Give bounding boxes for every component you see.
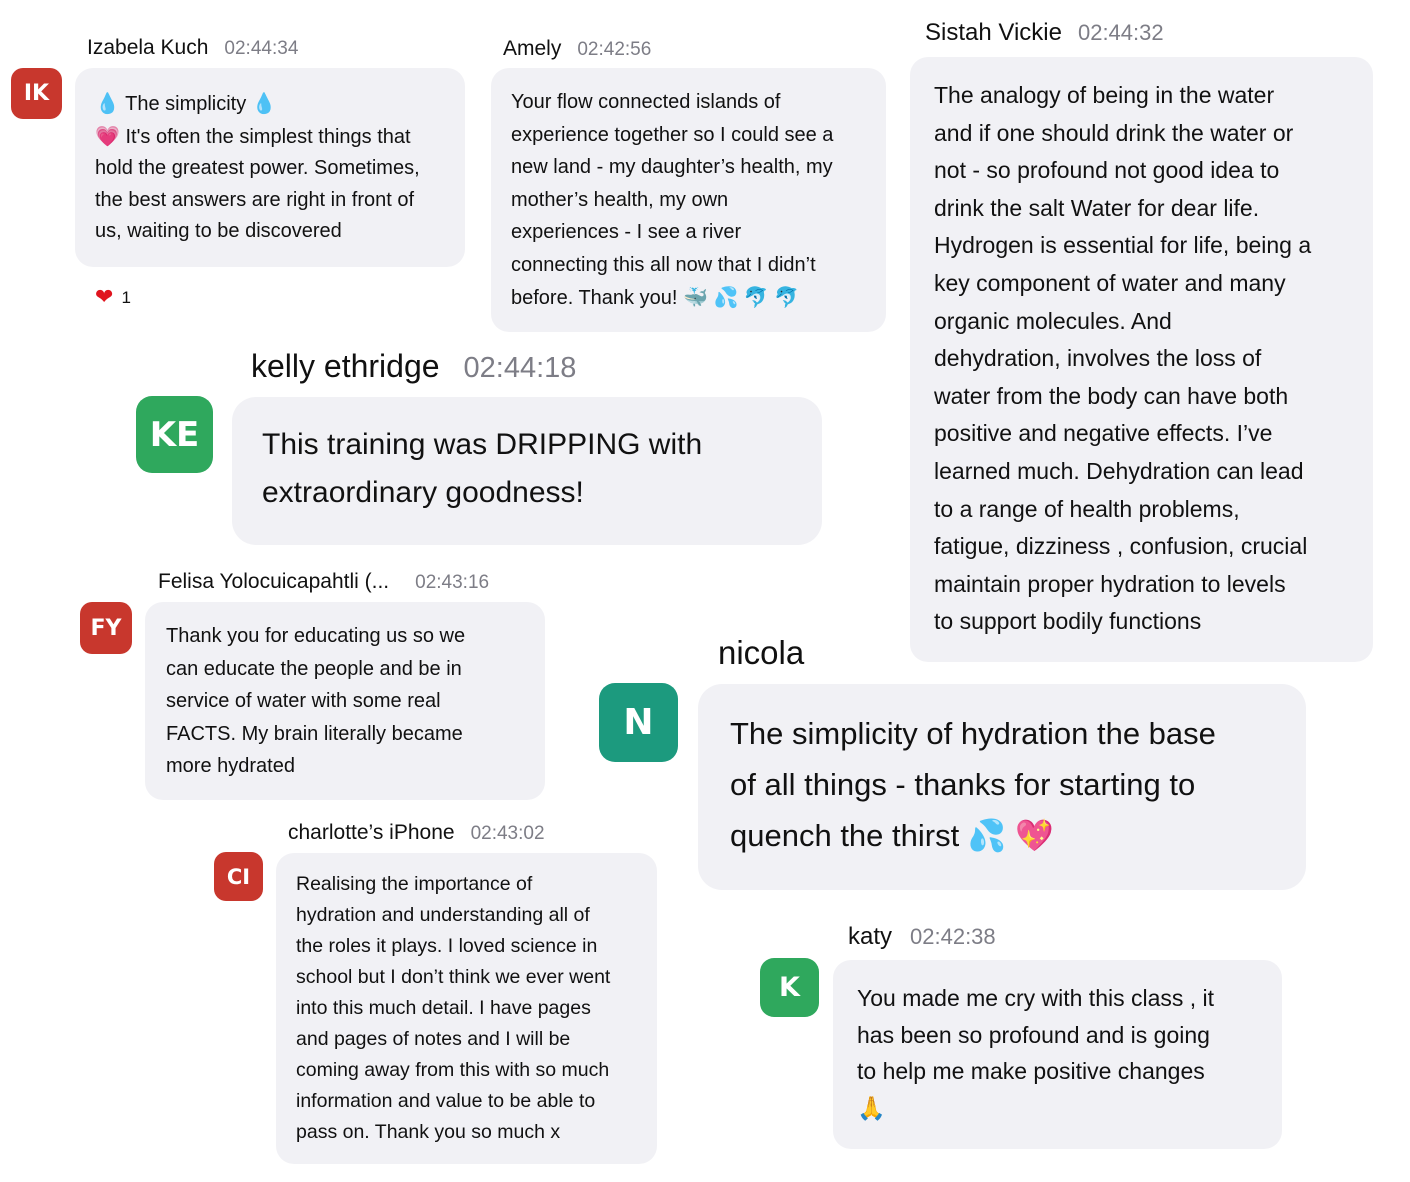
- message-bubble: You made me cry with this class , it has…: [833, 960, 1282, 1149]
- avatar-katy[interactable]: K: [760, 958, 819, 1017]
- avatar-nicola[interactable]: N: [599, 683, 678, 762]
- message-line: 🙏: [857, 1090, 1282, 1128]
- avatar-charlotte[interactable]: CI: [214, 852, 263, 901]
- avatar-izabela[interactable]: IK: [11, 68, 62, 119]
- timestamp: 02:44:32: [1077, 20, 1164, 45]
- sender-name: Sistah Vickie: [925, 19, 1062, 46]
- message-header: katy 02:42:38: [848, 923, 996, 951]
- message-header: charlotte’s iPhone 02:43:02: [288, 821, 545, 845]
- dolphin-icon: 🐬: [743, 285, 769, 309]
- sparkling-heart-icon: 💗: [95, 123, 120, 148]
- reaction-count: 1: [121, 287, 131, 307]
- timestamp: 02:42:56: [577, 39, 652, 60]
- message-line: 💧 The simplicity 💧: [95, 91, 277, 115]
- droplet-icon: 💧: [95, 91, 120, 115]
- sender-name: charlotte’s iPhone: [288, 821, 455, 844]
- message-bubble: Your flow connected islands of experienc…: [491, 68, 886, 332]
- sender-name: Izabela Kuch: [87, 36, 209, 59]
- message-text: Your flow connected islands of experienc…: [511, 91, 834, 276]
- heart-icon: ❤: [95, 285, 114, 310]
- message-bubble: The analogy of being in the water and if…: [910, 57, 1373, 662]
- message-bubble: Thank you for educating us so we can edu…: [145, 602, 545, 800]
- sweat-droplets-icon: 💦: [713, 285, 739, 309]
- message-bubble: This training was DRIPPING with extraord…: [232, 397, 822, 545]
- message-bubble: The simplicity of hydration the base of …: [698, 684, 1306, 890]
- sender-name: katy: [848, 923, 893, 950]
- message-text: You made me cry with this class , it has…: [857, 985, 1215, 1084]
- message-text: The analogy of being in the water and if…: [934, 82, 1312, 635]
- message-text: The simplicity of hydration the base of …: [730, 716, 1216, 802]
- reaction-heart[interactable]: ❤ 1: [95, 285, 131, 310]
- timestamp: 02:42:38: [910, 924, 996, 949]
- dolphin-icon: 🐬: [774, 285, 800, 309]
- message-bubble: 💧 The simplicity 💧 💗 It's often the simp…: [75, 68, 465, 267]
- folded-hands-icon: 🙏: [857, 1095, 886, 1122]
- timestamp: 02:43:16: [415, 572, 490, 593]
- message-header: nicola: [718, 634, 804, 672]
- message-header: Izabela Kuch 02:44:34: [87, 36, 298, 60]
- message-header: kelly ethridge 02:44:18: [251, 348, 576, 385]
- message-text: Realising the importance of hydration an…: [296, 873, 611, 1143]
- timestamp: 02:44:18: [463, 352, 577, 384]
- avatar-felisa[interactable]: FY: [80, 602, 132, 654]
- sender-name: Felisa Yolocuicapahtli (...: [158, 570, 390, 593]
- sweat-droplets-icon: 💦: [967, 818, 1007, 854]
- message-line: 💗 It's often the simplest things that: [95, 123, 411, 148]
- message-line: before. Thank you! 🐳 💦 🐬 🐬: [511, 285, 800, 309]
- sender-name: Amely: [503, 37, 562, 60]
- message-text: Thank you for educating us so we can edu…: [166, 625, 466, 777]
- sender-name: nicola: [718, 634, 805, 671]
- message-text: This training was DRIPPING with extraord…: [262, 428, 703, 509]
- timestamp: 02:43:02: [470, 823, 545, 844]
- message-header: Felisa Yolocuicapahtli (... 02:43:16: [158, 570, 489, 594]
- sender-name: kelly ethridge: [251, 348, 440, 384]
- message-bubble: Realising the importance of hydration an…: [276, 853, 657, 1164]
- sparkling-heart-icon: 💖: [1015, 818, 1054, 854]
- message-line: quench the thirst 💦 💖: [730, 818, 1054, 854]
- timestamp: 02:44:34: [224, 38, 299, 59]
- avatar-kelly[interactable]: KE: [136, 396, 213, 473]
- whale-icon: 🐳: [682, 285, 708, 309]
- message-header: Amely 02:42:56: [503, 37, 651, 61]
- message-header: Sistah Vickie 02:44:32: [925, 19, 1164, 47]
- droplet-icon: 💧: [251, 91, 277, 115]
- message-text: hold the greatest power. Sometimes, the …: [95, 157, 420, 242]
